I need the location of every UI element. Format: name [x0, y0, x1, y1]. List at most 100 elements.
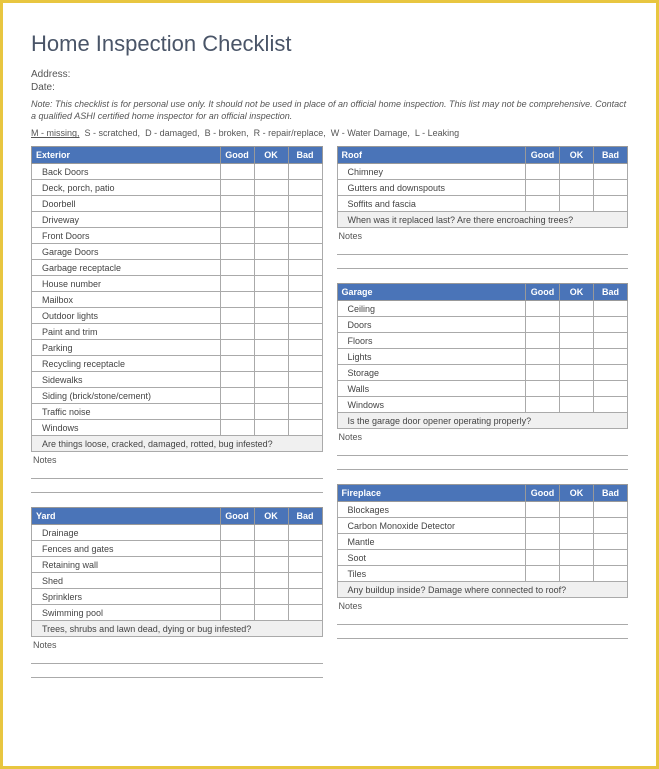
checkbox-ok[interactable] [254, 372, 288, 388]
checkbox-ok[interactable] [254, 589, 288, 605]
checkbox-good[interactable] [220, 541, 254, 557]
checkbox-good[interactable] [220, 525, 254, 541]
checkbox-good[interactable] [526, 164, 560, 180]
checkbox-ok[interactable] [254, 573, 288, 589]
checkbox-bad[interactable] [594, 365, 628, 381]
checkbox-good[interactable] [220, 388, 254, 404]
checkbox-ok[interactable] [254, 541, 288, 557]
checkbox-good[interactable] [220, 324, 254, 340]
notes-line[interactable] [337, 625, 629, 639]
checkbox-good[interactable] [220, 605, 254, 621]
notes-lines[interactable] [337, 442, 629, 470]
checkbox-good[interactable] [220, 340, 254, 356]
checkbox-ok[interactable] [254, 388, 288, 404]
checkbox-ok[interactable] [560, 381, 594, 397]
checkbox-bad[interactable] [594, 381, 628, 397]
checkbox-bad[interactable] [594, 301, 628, 317]
notes-line[interactable] [337, 241, 629, 255]
checkbox-ok[interactable] [254, 276, 288, 292]
checkbox-ok[interactable] [254, 557, 288, 573]
notes-line[interactable] [31, 650, 323, 664]
notes-line[interactable] [337, 255, 629, 269]
checkbox-good[interactable] [220, 276, 254, 292]
checkbox-bad[interactable] [594, 534, 628, 550]
checkbox-ok[interactable] [254, 244, 288, 260]
checkbox-ok[interactable] [560, 397, 594, 413]
checkbox-good[interactable] [526, 381, 560, 397]
checkbox-bad[interactable] [594, 518, 628, 534]
checkbox-ok[interactable] [254, 605, 288, 621]
checkbox-good[interactable] [526, 566, 560, 582]
checkbox-good[interactable] [220, 292, 254, 308]
notes-lines[interactable] [337, 241, 629, 269]
checkbox-good[interactable] [526, 349, 560, 365]
checkbox-bad[interactable] [288, 541, 322, 557]
notes-line[interactable] [337, 611, 629, 625]
checkbox-bad[interactable] [288, 276, 322, 292]
checkbox-good[interactable] [220, 180, 254, 196]
checkbox-bad[interactable] [288, 525, 322, 541]
checkbox-ok[interactable] [560, 365, 594, 381]
checkbox-bad[interactable] [288, 557, 322, 573]
checkbox-ok[interactable] [254, 228, 288, 244]
checkbox-ok[interactable] [560, 502, 594, 518]
checkbox-good[interactable] [526, 550, 560, 566]
checkbox-ok[interactable] [254, 525, 288, 541]
checkbox-bad[interactable] [288, 164, 322, 180]
checkbox-bad[interactable] [594, 180, 628, 196]
checkbox-good[interactable] [526, 196, 560, 212]
checkbox-good[interactable] [220, 589, 254, 605]
checkbox-bad[interactable] [288, 324, 322, 340]
notes-line[interactable] [31, 465, 323, 479]
checkbox-bad[interactable] [288, 420, 322, 436]
checkbox-good[interactable] [526, 502, 560, 518]
checkbox-good[interactable] [220, 356, 254, 372]
checkbox-bad[interactable] [288, 228, 322, 244]
notes-lines[interactable] [31, 465, 323, 493]
checkbox-ok[interactable] [560, 196, 594, 212]
checkbox-good[interactable] [526, 518, 560, 534]
checkbox-ok[interactable] [560, 518, 594, 534]
checkbox-ok[interactable] [254, 356, 288, 372]
checkbox-ok[interactable] [254, 420, 288, 436]
checkbox-bad[interactable] [288, 196, 322, 212]
checkbox-good[interactable] [526, 333, 560, 349]
checkbox-good[interactable] [220, 244, 254, 260]
checkbox-ok[interactable] [560, 333, 594, 349]
checkbox-bad[interactable] [594, 502, 628, 518]
checkbox-bad[interactable] [594, 349, 628, 365]
notes-line[interactable] [31, 664, 323, 678]
checkbox-good[interactable] [526, 397, 560, 413]
checkbox-bad[interactable] [288, 180, 322, 196]
notes-lines[interactable] [337, 611, 629, 639]
checkbox-ok[interactable] [560, 566, 594, 582]
checkbox-bad[interactable] [594, 566, 628, 582]
checkbox-good[interactable] [220, 420, 254, 436]
notes-line[interactable] [337, 442, 629, 456]
checkbox-ok[interactable] [254, 164, 288, 180]
checkbox-bad[interactable] [594, 333, 628, 349]
checkbox-bad[interactable] [288, 212, 322, 228]
checkbox-ok[interactable] [254, 196, 288, 212]
notes-lines[interactable] [31, 650, 323, 678]
checkbox-ok[interactable] [254, 340, 288, 356]
checkbox-good[interactable] [526, 301, 560, 317]
checkbox-bad[interactable] [288, 605, 322, 621]
checkbox-good[interactable] [220, 372, 254, 388]
checkbox-bad[interactable] [288, 589, 322, 605]
checkbox-bad[interactable] [288, 404, 322, 420]
checkbox-good[interactable] [220, 164, 254, 180]
checkbox-ok[interactable] [560, 317, 594, 333]
checkbox-bad[interactable] [594, 550, 628, 566]
checkbox-bad[interactable] [594, 164, 628, 180]
checkbox-bad[interactable] [288, 292, 322, 308]
checkbox-bad[interactable] [288, 372, 322, 388]
checkbox-good[interactable] [526, 180, 560, 196]
checkbox-good[interactable] [220, 404, 254, 420]
checkbox-bad[interactable] [594, 196, 628, 212]
checkbox-ok[interactable] [560, 180, 594, 196]
notes-line[interactable] [337, 456, 629, 470]
checkbox-ok[interactable] [560, 534, 594, 550]
notes-line[interactable] [31, 479, 323, 493]
checkbox-good[interactable] [526, 365, 560, 381]
